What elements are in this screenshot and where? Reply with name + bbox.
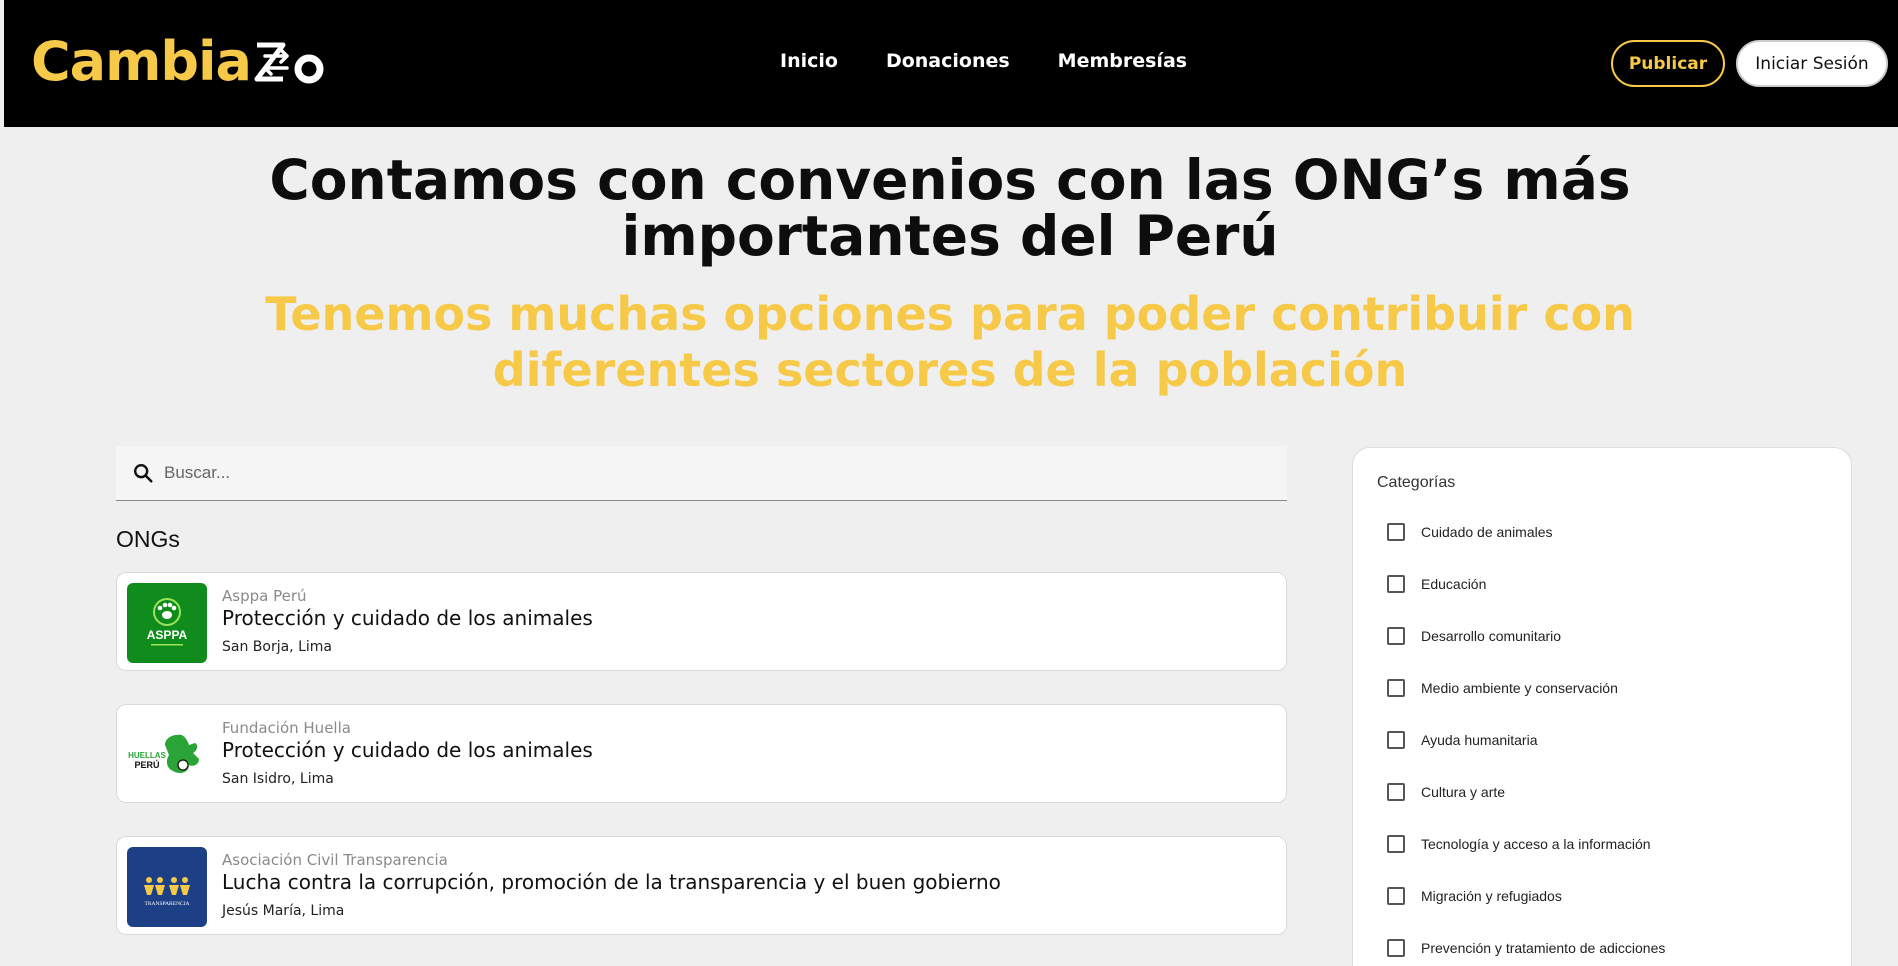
paw-logo-icon: ASPPA [147, 598, 188, 646]
main-nav: Inicio Donaciones Membresías [780, 50, 1187, 72]
logo-text: Cambia [31, 30, 252, 93]
section-title: ONGs [116, 526, 180, 552]
hero-title-line1: Contamos con convenios con las ONG’s más [269, 148, 1631, 212]
category-checkbox[interactable]: Prevención y tratamiento de adicciones [1387, 939, 1665, 957]
hero-title-line2: importantes del Perú [621, 204, 1279, 268]
hero-subtitle: Tenemos muchas opciones para poder contr… [200, 286, 1700, 398]
category-checkbox[interactable]: Desarrollo comunitario [1387, 627, 1561, 645]
hero-subtitle-line2: diferentes sectores de la población [492, 343, 1408, 397]
ong-cause: Protección y cuidado de los animales [222, 738, 593, 762]
ong-logo: TRANSPARENCIA [127, 847, 207, 927]
category-label: Educación [1421, 576, 1487, 592]
login-button[interactable]: Iniciar Sesión [1736, 40, 1888, 87]
category-label: Prevención y tratamiento de adicciones [1421, 940, 1666, 956]
category-checkbox[interactable]: Tecnología y acceso a la información [1387, 835, 1651, 853]
categories-title: Categorías [1377, 474, 1456, 491]
ong-cause: Protección y cuidado de los animales [222, 606, 593, 630]
category-label: Migración y refugiados [1421, 888, 1562, 904]
category-checkbox[interactable]: Educación [1387, 575, 1486, 593]
category-label: Cuidado de animales [1421, 524, 1553, 540]
category-label: Ayuda humanitaria [1421, 732, 1538, 748]
ong-name: Asppa Perú [222, 587, 307, 605]
publish-button[interactable]: Publicar [1611, 40, 1725, 87]
checkbox-box[interactable] [1387, 939, 1405, 957]
nav-membresias[interactable]: Membresías [1058, 50, 1187, 72]
ong-cause: Lucha contra la corrupción, promoción de… [222, 870, 1001, 894]
checkbox-box[interactable] [1387, 835, 1405, 853]
search-icon [134, 464, 153, 483]
ong-location: San Isidro, Lima [222, 771, 334, 787]
search-input[interactable] [164, 463, 1264, 483]
category-checkbox[interactable]: Ayuda humanitaria [1387, 731, 1537, 749]
hand-print-logo-icon: HUELLAS PERÚ [128, 734, 199, 773]
hero-title: Contamos con convenios con las ONG’s más… [200, 152, 1700, 264]
ong-name: Fundación Huella [222, 719, 351, 737]
ong-card[interactable]: HUELLAS PERÚ Fundación Huella Protección… [116, 704, 1287, 803]
ong-location: Jesús María, Lima [222, 903, 345, 919]
category-checkbox[interactable]: Migración y refugiados [1387, 887, 1562, 905]
checkbox-box[interactable] [1387, 679, 1405, 697]
ong-location: San Borja, Lima [222, 639, 332, 655]
svg-text:TRANSPARENCIA: TRANSPARENCIA [144, 901, 189, 907]
checkbox-box[interactable] [1387, 575, 1405, 593]
svg-text:HUELLAS: HUELLAS [128, 751, 166, 760]
ong-logo: ASPPA [127, 583, 207, 663]
checkbox-box[interactable] [1387, 523, 1405, 541]
brand-logo[interactable]: Cambia [31, 32, 325, 92]
category-label: Tecnología y acceso a la información [1421, 836, 1651, 852]
checkbox-box[interactable] [1387, 731, 1405, 749]
exchange-arrows-icon [254, 42, 324, 84]
people-logo-icon: TRANSPARENCIA [144, 877, 190, 907]
ong-card[interactable]: TRANSPARENCIA Asociación Civil Transpare… [116, 836, 1287, 935]
category-label: Medio ambiente y conservación [1421, 680, 1618, 696]
categories-panel: Categorías Cuidado de animales Educación… [1352, 447, 1852, 966]
category-label: Desarrollo comunitario [1421, 628, 1562, 644]
category-checkbox[interactable]: Medio ambiente y conservación [1387, 679, 1618, 697]
category-label: Cultura y arte [1421, 784, 1506, 800]
category-checkbox[interactable]: Cuidado de animales [1387, 523, 1553, 541]
nav-donaciones[interactable]: Donaciones [886, 50, 1010, 72]
top-navbar: Cambia Inicio Donaciones Membresías Publ… [4, 0, 1898, 127]
ong-card[interactable]: ASPPA Asppa Perú Protección y cuidado de… [116, 572, 1287, 671]
nav-inicio[interactable]: Inicio [780, 50, 838, 72]
search-bar [116, 446, 1287, 501]
category-checkbox[interactable]: Cultura y arte [1387, 783, 1505, 801]
ong-name: Asociación Civil Transparencia [222, 851, 448, 869]
checkbox-box[interactable] [1387, 627, 1405, 645]
checkbox-box[interactable] [1387, 887, 1405, 905]
checkbox-box[interactable] [1387, 783, 1405, 801]
svg-text:ASPPA: ASPPA [147, 628, 188, 642]
ong-logo: HUELLAS PERÚ [127, 715, 207, 795]
hero-subtitle-line1: Tenemos muchas opciones para poder contr… [265, 287, 1635, 341]
svg-text:PERÚ: PERÚ [134, 759, 159, 770]
